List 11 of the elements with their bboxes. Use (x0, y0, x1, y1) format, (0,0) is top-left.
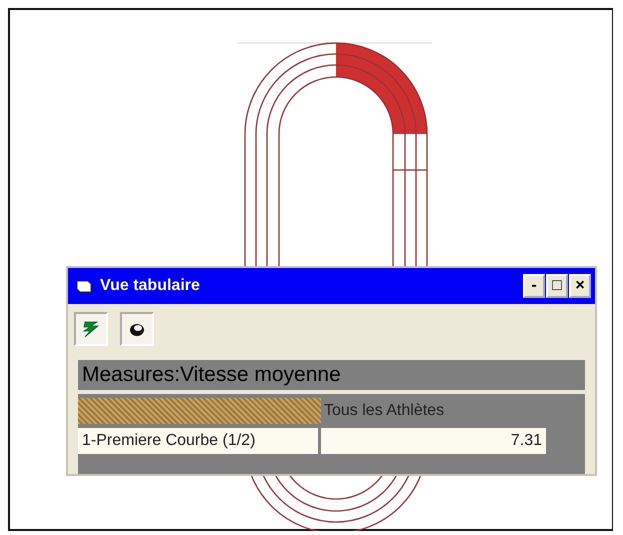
row-header: 1-Premiere Courbe (1/2) (78, 428, 318, 454)
table-cell: 7.31 (321, 428, 546, 454)
maximize-button[interactable]: □ (546, 274, 568, 298)
window-title: Vue tabulaire (100, 277, 201, 295)
close-button[interactable]: × (569, 274, 591, 298)
minimize-button[interactable]: - (523, 274, 545, 298)
window-icon (76, 279, 92, 293)
lightning-icon (81, 319, 101, 339)
toolbar-button[interactable] (120, 312, 154, 346)
column-header: Tous les Athlètes (324, 401, 444, 421)
toolbar-button[interactable] (74, 312, 108, 346)
